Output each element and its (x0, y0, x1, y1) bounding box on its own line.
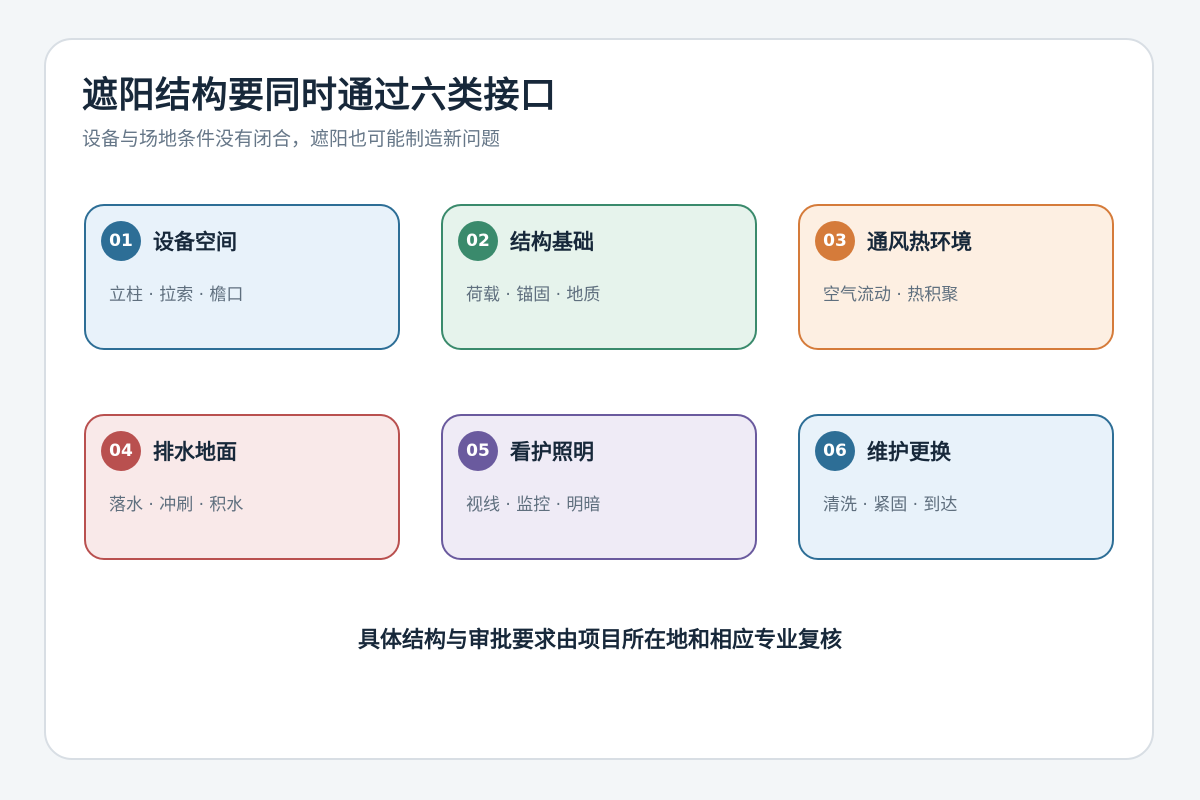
card-number-badge: 01 (101, 221, 141, 261)
page-subtitle: 设备与场地条件没有闭合，遮阳也可能制造新问题 (82, 128, 501, 150)
interface-card-structural-foundation: 02 结构基础 荷载 · 锚固 · 地质 (441, 204, 757, 350)
interface-card-drainage-ground: 04 排水地面 落水 · 冲刷 · 积水 (84, 414, 400, 560)
card-items: 视线 · 监控 · 明暗 (466, 495, 601, 515)
card-title: 维护更换 (867, 440, 951, 464)
footer-note: 具体结构与审批要求由项目所在地和相应专业复核 (357, 628, 842, 653)
card-number-badge: 03 (815, 221, 855, 261)
card-number-badge: 02 (458, 221, 498, 261)
card-title: 结构基础 (510, 230, 594, 254)
card-number-badge: 05 (458, 431, 498, 471)
card-items: 空气流动 · 热积聚 (823, 285, 959, 305)
interface-card-maintenance-replacement: 06 维护更换 清洗 · 紧固 · 到达 (798, 414, 1114, 560)
card-title: 排水地面 (153, 440, 237, 464)
card-items: 立柱 · 拉索 · 檐口 (109, 285, 244, 305)
card-items: 清洗 · 紧固 · 到达 (823, 495, 958, 515)
card-items: 荷载 · 锚固 · 地质 (466, 285, 601, 305)
card-items: 落水 · 冲刷 · 积水 (109, 495, 244, 515)
interface-card-ventilation-thermal: 03 通风热环境 空气流动 · 热积聚 (798, 204, 1114, 350)
card-title: 通风热环境 (867, 230, 972, 254)
interface-card-equipment-space: 01 设备空间 立柱 · 拉索 · 檐口 (84, 204, 400, 350)
card-title: 设备空间 (153, 230, 237, 254)
interface-card-supervision-lighting: 05 看护照明 视线 · 监控 · 明暗 (441, 414, 757, 560)
card-number-badge: 06 (815, 431, 855, 471)
card-number-badge: 04 (101, 431, 141, 471)
card-title: 看护照明 (510, 440, 594, 464)
page-title: 遮阳结构要同时通过六类接口 (82, 75, 557, 116)
